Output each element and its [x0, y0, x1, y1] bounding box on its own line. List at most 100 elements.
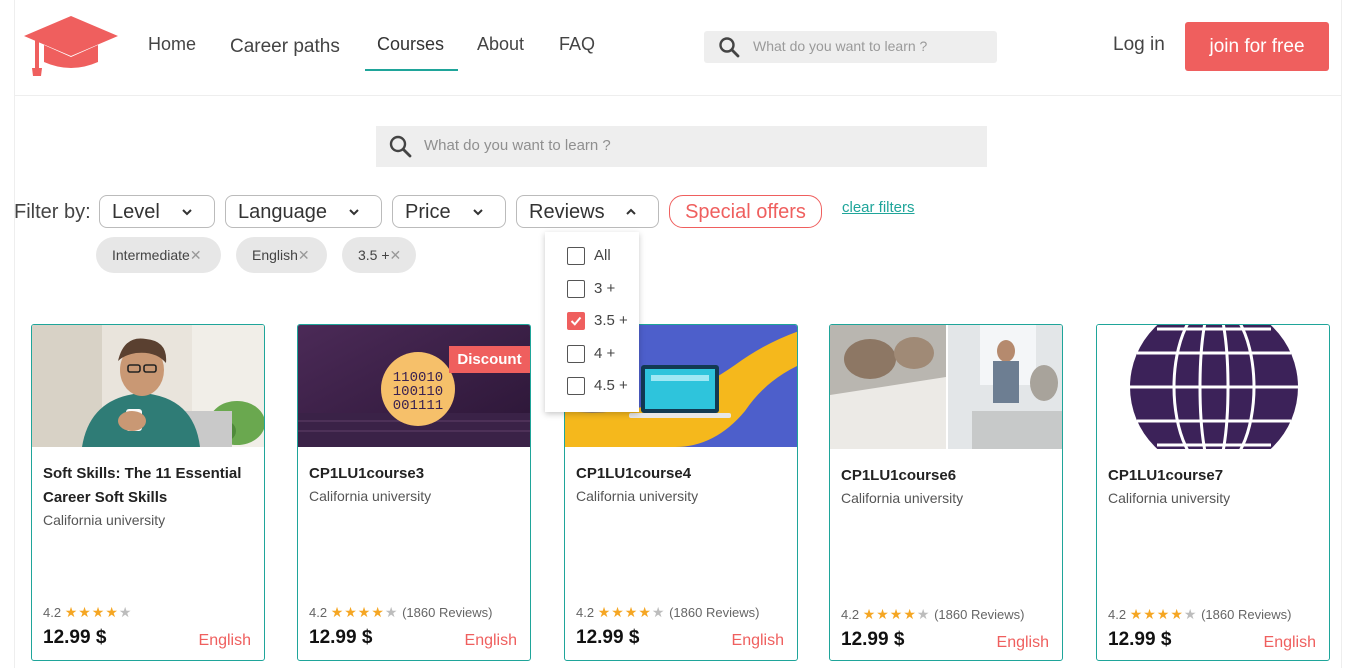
course-university: California university	[43, 512, 166, 528]
course-price: 12.99 $	[1108, 629, 1172, 650]
course-university: California university	[1108, 490, 1231, 506]
course-language: English	[1263, 634, 1316, 651]
price-filter-label: Price	[405, 201, 451, 223]
course-rating: 4.2 ★★★★★	[43, 604, 132, 621]
course-rating: 4.2 ★★★★★ (1860 Reviews)	[576, 604, 759, 621]
rating-value: 4.2	[576, 605, 595, 620]
nav-career-paths[interactable]: Career paths	[230, 36, 340, 58]
clear-filters-link[interactable]: clear filters	[842, 199, 915, 216]
filter-chip-rating[interactable]: 3.5 +✕	[342, 237, 416, 273]
course-language: English	[198, 632, 251, 649]
review-count: (1860 Reviews)	[669, 605, 760, 620]
graduation-cap-logo[interactable]	[22, 12, 120, 78]
course-thumbnail: 110010 100110 001111	[298, 325, 530, 447]
chevron-down-icon	[182, 209, 192, 216]
binary-line: 001111	[393, 398, 443, 414]
chevron-down-icon	[349, 209, 359, 216]
chevron-down-icon	[473, 209, 483, 216]
course-title[interactable]: CP1LU1course6	[841, 464, 1056, 488]
globe-icon	[1097, 325, 1329, 449]
star-rating-icon: ★★★★★	[862, 606, 931, 622]
course-card[interactable]: Soft Skills: The 11 Essential Career Sof…	[31, 324, 265, 661]
check-icon	[570, 316, 582, 326]
site-header: Home Career paths Courses About FAQ What…	[0, 0, 1346, 96]
special-offers-button[interactable]: Special offers	[669, 195, 822, 228]
chip-label: Intermediate	[112, 247, 190, 263]
checkbox[interactable]	[567, 345, 585, 363]
reviews-filter-label: Reviews	[529, 201, 605, 223]
rating-value: 4.2	[841, 607, 860, 622]
option-label: 3 +	[594, 280, 616, 297]
chevron-up-icon	[626, 208, 636, 215]
course-price: 12.99 $	[309, 627, 373, 648]
main-search-input[interactable]: What do you want to learn ?	[376, 126, 987, 167]
course-thumbnail	[32, 325, 264, 447]
checkbox-checked[interactable]	[567, 312, 585, 330]
join-for-free-button[interactable]: join for free	[1185, 22, 1329, 71]
reviews-dropdown-menu: All 3 + 3.5 + 4 + 4.5 +	[545, 232, 639, 412]
course-rating: 4.2 ★★★★★ (1860 Reviews)	[841, 606, 1024, 623]
man-with-coffee-image	[32, 325, 264, 447]
header-divider	[14, 95, 1342, 96]
course-rating: 4.2 ★★★★★ (1860 Reviews)	[309, 604, 492, 621]
search-icon	[719, 37, 740, 58]
course-card[interactable]: 110010 100110 001111 Discount CP1LU1cour…	[297, 324, 531, 661]
rating-value: 4.2	[309, 605, 328, 620]
office-meeting-image	[830, 325, 1062, 449]
nav-faq[interactable]: FAQ	[559, 34, 595, 55]
language-filter-label: Language	[238, 201, 327, 223]
course-thumbnail	[1097, 325, 1329, 449]
price-filter-dropdown[interactable]: Price	[392, 195, 506, 228]
option-label: 4.5 +	[594, 377, 628, 394]
course-title[interactable]: Soft Skills: The 11 Essential Career Sof…	[43, 462, 258, 510]
nav-home[interactable]: Home	[148, 34, 196, 55]
option-label: 4 +	[594, 345, 616, 362]
rating-value: 4.2	[43, 605, 62, 620]
course-university: California university	[309, 488, 432, 504]
course-title[interactable]: CP1LU1course3	[309, 462, 524, 486]
star-rating-icon: ★★★★★	[64, 604, 133, 620]
chip-label: 3.5 +	[358, 247, 390, 263]
course-university: California university	[841, 490, 964, 506]
course-card[interactable]: CP1LU1course7 California university 4.2 …	[1096, 324, 1330, 661]
checkbox[interactable]	[567, 247, 585, 265]
header-search-placeholder: What do you want to learn ?	[753, 38, 928, 54]
login-link[interactable]: Log in	[1113, 34, 1165, 56]
course-price: 12.99 $	[43, 627, 107, 648]
nav-about[interactable]: About	[477, 34, 524, 55]
level-filter-dropdown[interactable]: Level	[99, 195, 215, 228]
search-icon	[389, 135, 412, 158]
course-price: 12.99 $	[841, 629, 905, 650]
course-card[interactable]: CP1LU1course6 California university 4.2 …	[829, 324, 1063, 661]
language-filter-dropdown[interactable]: Language	[225, 195, 382, 228]
filter-chip-intermediate[interactable]: Intermediate✕	[96, 237, 221, 273]
checkbox[interactable]	[567, 280, 585, 298]
rating-value: 4.2	[1108, 607, 1127, 622]
filter-chip-english[interactable]: English✕	[236, 237, 327, 273]
review-count: (1860 Reviews)	[1201, 607, 1292, 622]
close-icon[interactable]: ✕	[390, 247, 402, 263]
close-icon[interactable]: ✕	[298, 247, 310, 263]
reviews-filter-dropdown[interactable]: Reviews	[516, 195, 659, 228]
main-search-placeholder: What do you want to learn ?	[424, 137, 611, 154]
course-language: English	[996, 634, 1049, 651]
course-language: English	[464, 632, 517, 649]
course-thumbnail	[830, 325, 1062, 449]
star-rating-icon: ★★★★★	[330, 604, 399, 620]
nav-courses[interactable]: Courses	[377, 34, 444, 55]
checkbox[interactable]	[567, 377, 585, 395]
course-language: English	[731, 632, 784, 649]
active-nav-indicator	[365, 69, 458, 71]
course-title[interactable]: CP1LU1course4	[576, 462, 791, 486]
course-university: California university	[576, 488, 699, 504]
option-label: 3.5 +	[594, 312, 628, 329]
review-count: (1860 Reviews)	[934, 607, 1025, 622]
chip-label: English	[252, 247, 298, 263]
level-filter-label: Level	[112, 201, 160, 223]
course-price: 12.99 $	[576, 627, 640, 648]
review-count: (1860 Reviews)	[402, 605, 493, 620]
star-rating-icon: ★★★★★	[597, 604, 666, 620]
header-search-input[interactable]: What do you want to learn ?	[704, 31, 997, 63]
course-title[interactable]: CP1LU1course7	[1108, 464, 1323, 488]
close-icon[interactable]: ✕	[190, 247, 202, 263]
